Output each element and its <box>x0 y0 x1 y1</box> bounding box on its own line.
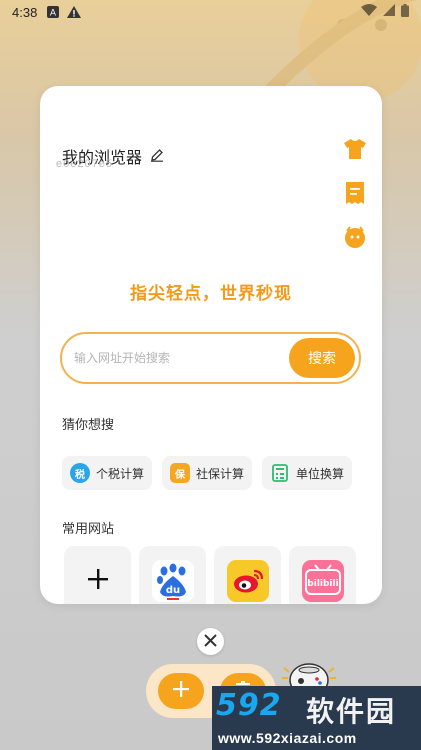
smile-face-icon[interactable] <box>342 224 368 250</box>
notification-a-icon: A <box>47 6 60 19</box>
chip-label: 个税计算 <box>96 466 145 481</box>
chip-tax-calc[interactable]: 税 个税计算 <box>62 456 153 490</box>
tshirt-skin-icon[interactable] <box>342 136 368 162</box>
add-tab-button[interactable] <box>158 673 204 709</box>
sites-section-title: 常用网站 <box>62 522 115 537</box>
tax-icon: 税 <box>70 463 90 483</box>
bilibili-logo-icon: bilibili <box>301 560 344 602</box>
baidu-logo-text: du <box>165 585 179 596</box>
svg-text:A: A <box>50 9 57 19</box>
slogan-text: 指尖轻点，世界秒现 <box>130 284 292 304</box>
site-weibo[interactable] <box>214 546 281 604</box>
watermark-url: www.592xiazai.com <box>218 730 357 746</box>
side-icon-column <box>342 136 368 250</box>
ghost-id-text: e0e207e5 <box>56 158 113 170</box>
warning-icon <box>67 6 82 18</box>
calculator-icon <box>270 463 290 483</box>
site-bilibili[interactable]: bilibili <box>289 546 356 604</box>
guess-section-title: 猜你想搜 <box>62 418 115 433</box>
shield-insurance-icon: 保 <box>170 463 191 483</box>
bilibili-logo-text: bilibili <box>307 579 338 589</box>
chip-social-security-calc[interactable]: 保 社保计算 <box>162 456 253 490</box>
baidu-logo-icon: du <box>151 560 194 602</box>
watermark-cn-text: 软件园 <box>306 695 397 728</box>
status-time: 4:38 <box>12 4 38 20</box>
browser-home-card: 我的浏览器 e0e207e5 指尖轻点，世界秒现 搜索 猜你想搜 税 个税计算 … <box>40 86 382 604</box>
site-baidu[interactable]: du <box>139 546 206 604</box>
chip-label: 社保计算 <box>196 466 245 481</box>
receipt-icon[interactable] <box>342 180 368 206</box>
watermark-brand: 592 <box>216 688 282 723</box>
weibo-logo-icon <box>226 560 269 602</box>
plus-icon <box>173 681 189 701</box>
search-button[interactable]: 搜索 <box>289 338 355 378</box>
common-sites-grid: du bilibili <box>64 546 356 604</box>
site-watermark: 592 软件园 www.592xiazai.com <box>212 686 421 750</box>
close-card-button[interactable] <box>197 628 224 655</box>
add-site-button[interactable] <box>64 546 131 604</box>
close-icon <box>204 632 217 651</box>
search-box: 搜索 <box>60 332 361 384</box>
chip-unit-convert[interactable]: 单位换算 <box>262 456 353 490</box>
plus-icon <box>87 569 108 593</box>
search-input[interactable] <box>74 351 289 365</box>
guess-chips: 税 个税计算 保 社保计算 单位换算 <box>62 456 353 490</box>
chip-label: 单位换算 <box>296 466 345 481</box>
edit-icon[interactable] <box>150 147 164 166</box>
